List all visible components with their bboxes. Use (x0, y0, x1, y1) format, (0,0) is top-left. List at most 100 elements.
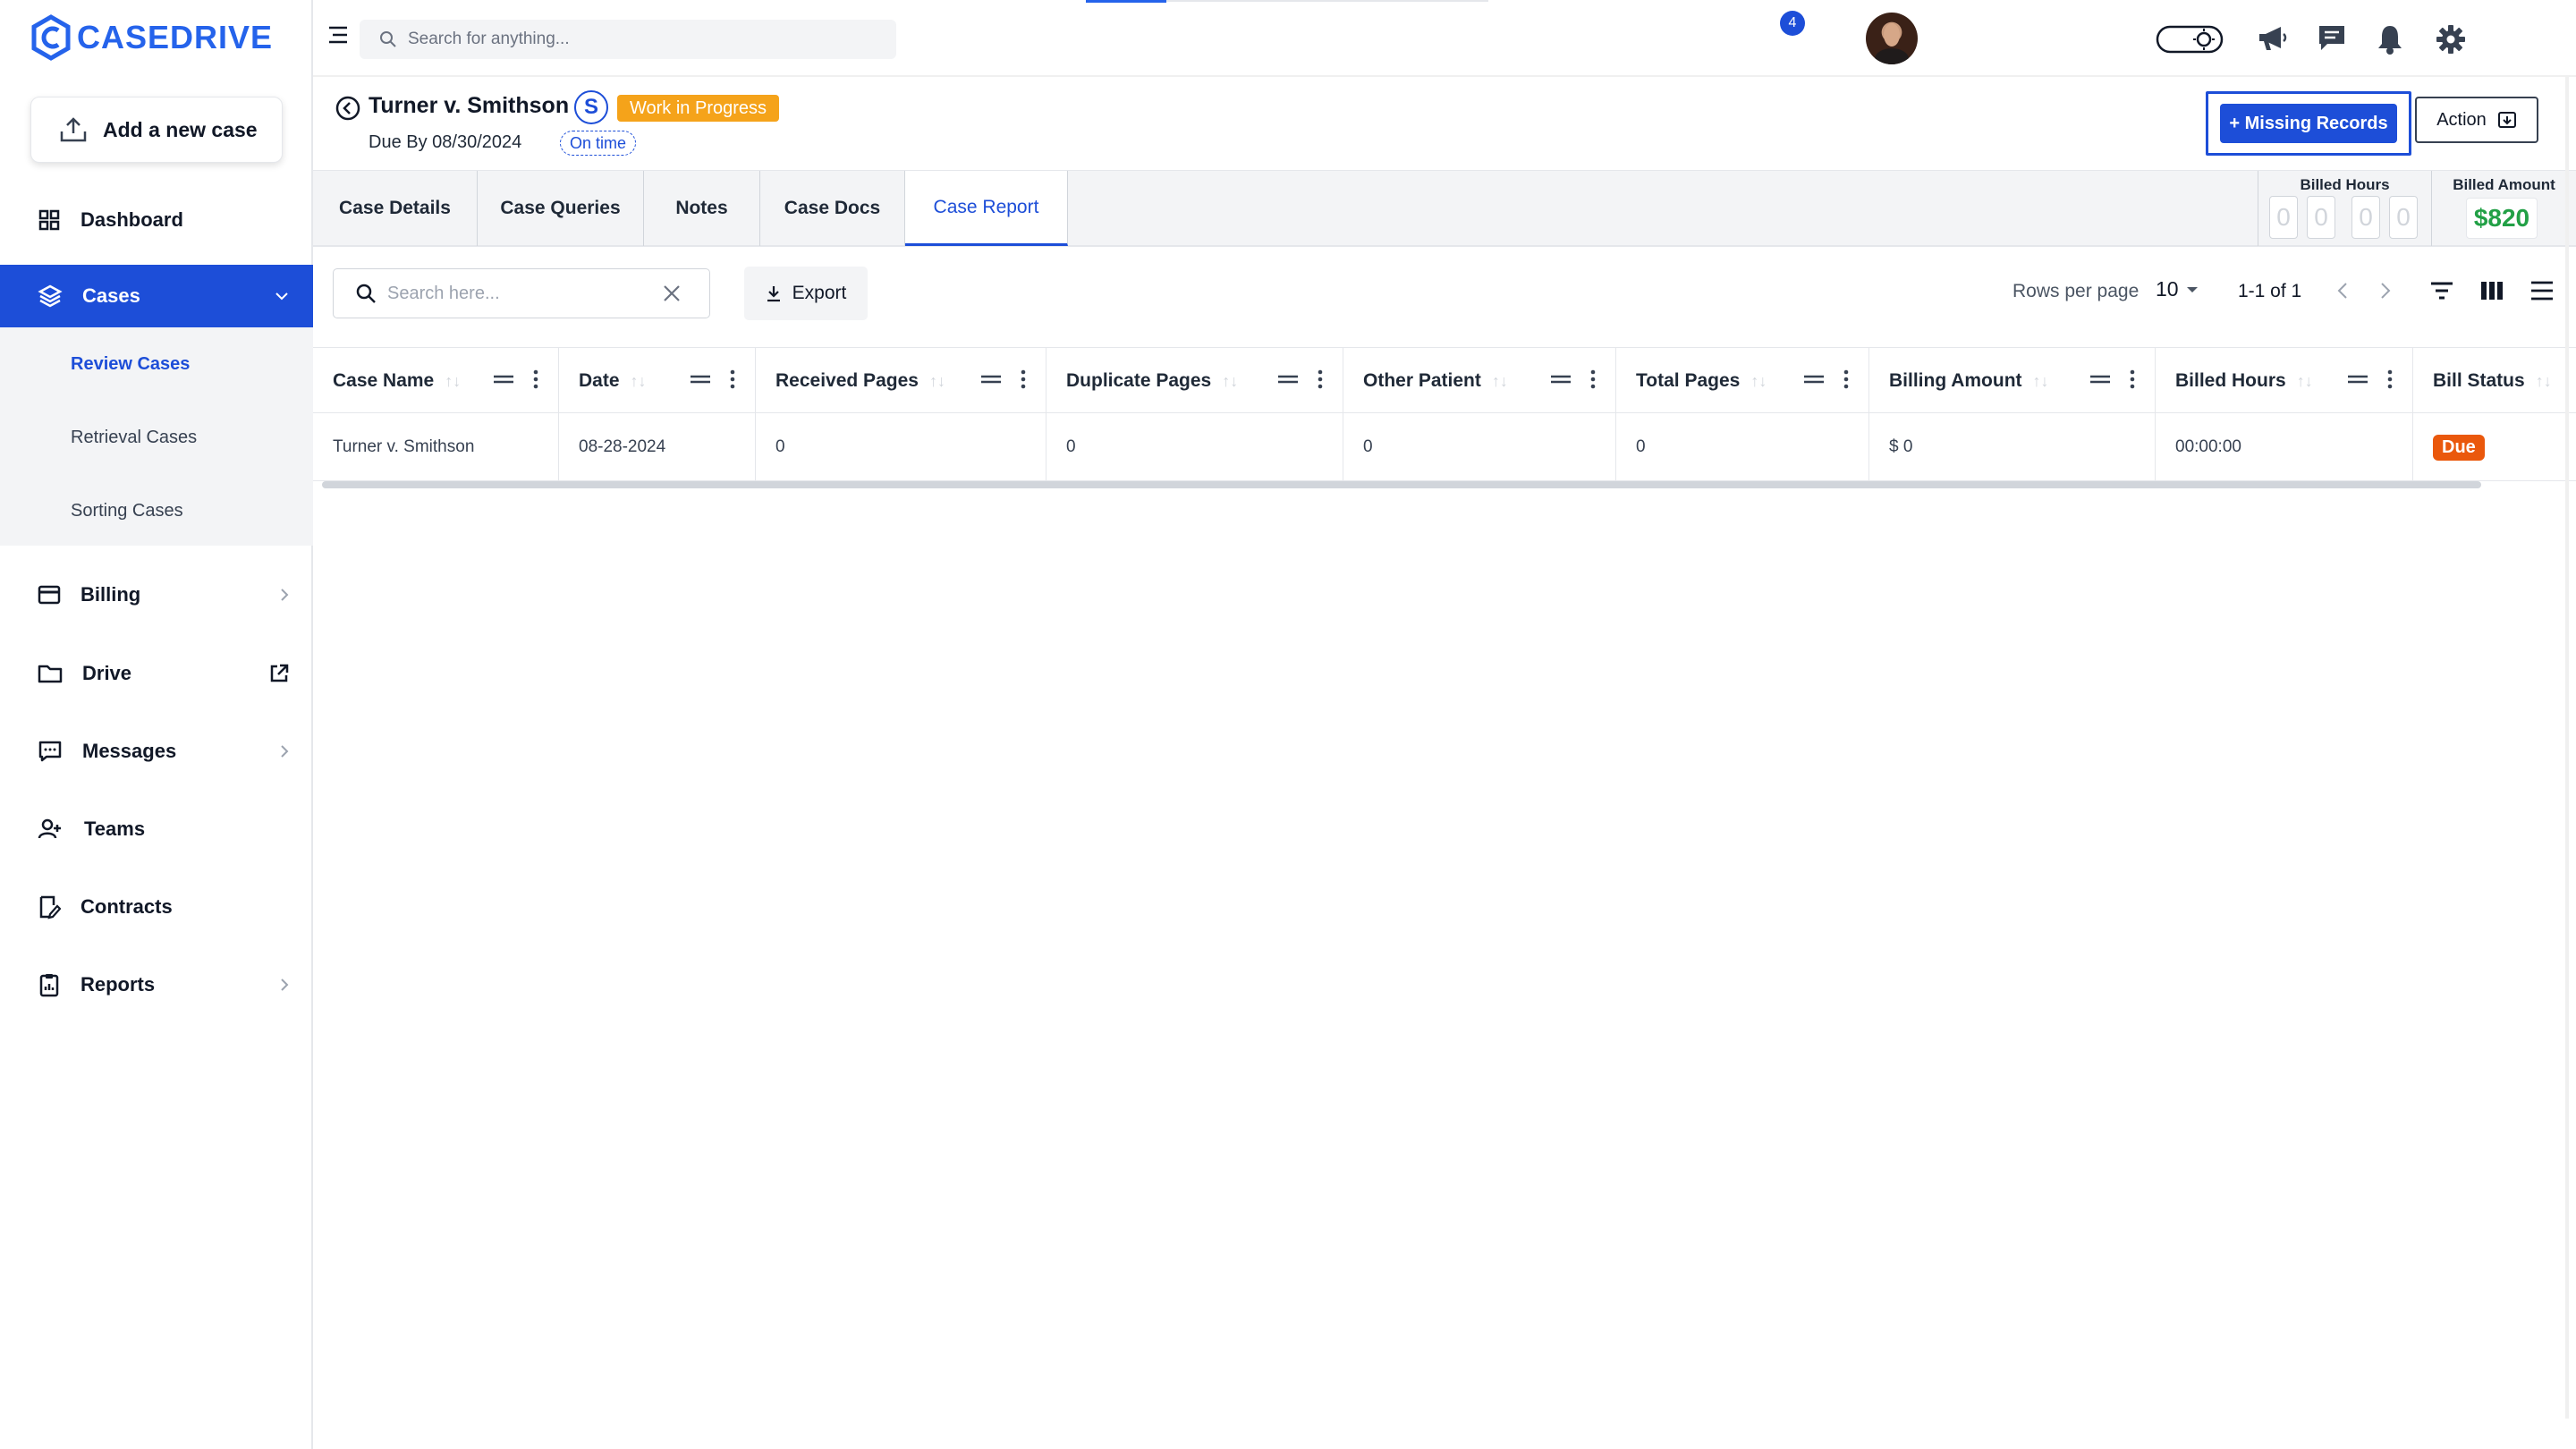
add-new-case-button[interactable]: Add a new case (30, 97, 283, 163)
column-header-duplicate-pages[interactable]: Duplicate Pages ↑↓ (1046, 348, 1343, 414)
drag-handle-icon[interactable] (1278, 373, 1298, 386)
column-header-billed-hours[interactable]: Billed Hours ↑↓ (2156, 348, 2413, 414)
tab-case-details[interactable]: Case Details (313, 171, 478, 246)
sort-icon[interactable]: ↑↓ (631, 372, 647, 391)
global-search-input[interactable] (408, 30, 873, 49)
sort-icon[interactable]: ↑↓ (2297, 372, 2313, 391)
back-button[interactable] (335, 95, 361, 122)
density-button[interactable] (2529, 279, 2555, 302)
notifications-button[interactable] (2376, 23, 2404, 55)
sidebar-item-dashboard[interactable]: Dashboard (0, 189, 313, 251)
sort-icon[interactable]: ↑↓ (1750, 372, 1767, 391)
vertical-scrollbar[interactable] (2565, 77, 2569, 1419)
column-menu-icon[interactable] (533, 369, 538, 389)
sort-icon[interactable]: ↑↓ (1492, 372, 1508, 391)
chevron-right-icon (279, 743, 290, 759)
sort-icon[interactable]: ↑↓ (2033, 372, 2049, 391)
sidebar-subitem-sorting-cases[interactable]: Sorting Cases (71, 501, 183, 521)
bell-icon (2378, 26, 2402, 55)
filter-icon (2431, 282, 2453, 300)
column-header-billing-amount[interactable]: Billing Amount ↑↓ (1869, 348, 2156, 414)
sort-icon[interactable]: ↑↓ (445, 372, 461, 391)
sidebar-item-reports[interactable]: Reports (0, 953, 313, 1016)
billed-hours-digit: 0 (2351, 196, 2380, 239)
cases-sub-nav: Review Cases Retrieval Cases Sorting Cas… (0, 327, 313, 546)
missing-records-button[interactable]: + Missing Records (2220, 104, 2397, 143)
sidebar-item-messages[interactable]: Messages (0, 720, 313, 783)
drag-handle-icon[interactable] (1804, 373, 1824, 386)
table-row[interactable]: Turner v. Smithson 08-28-2024 0 0 0 0 $ … (313, 413, 2576, 481)
drag-handle-icon[interactable] (2090, 373, 2110, 386)
announcements-button[interactable] (2256, 23, 2288, 54)
logo[interactable]: CASEDRIVE (30, 13, 273, 63)
sidebar-item-cases[interactable]: Cases (0, 265, 313, 327)
rows-per-page-value: 10 (2156, 277, 2179, 301)
table-search-input[interactable] (387, 283, 656, 304)
case-owner-initial: S (574, 90, 608, 124)
column-menu-icon[interactable] (1590, 369, 1596, 389)
sidebar-subitem-review-cases[interactable]: Review Cases (71, 354, 190, 375)
export-label: Export (792, 283, 847, 303)
column-header-date[interactable]: Date ↑↓ (559, 348, 756, 414)
table-search-box[interactable] (333, 268, 710, 318)
filter-button[interactable] (2429, 279, 2454, 302)
sort-icon[interactable]: ↑↓ (1222, 372, 1238, 391)
column-menu-icon[interactable] (2130, 369, 2135, 389)
column-menu-icon[interactable] (2387, 369, 2393, 389)
theme-toggle[interactable] (2156, 25, 2224, 54)
contract-icon (39, 895, 61, 919)
sidebar-item-billing[interactable]: Billing (0, 564, 313, 626)
column-header-total-pages[interactable]: Total Pages ↑↓ (1616, 348, 1869, 414)
tab-case-queries[interactable]: Case Queries (478, 171, 644, 246)
megaphone-icon (2259, 27, 2287, 50)
user-avatar[interactable] (1866, 13, 1918, 64)
settings-button[interactable] (2435, 23, 2467, 55)
drag-handle-icon[interactable] (691, 373, 710, 386)
rows-per-page-select[interactable]: 10 (2156, 277, 2199, 301)
table-header-row: Case Name ↑↓ Date ↑↓ Received Pages ↑↓ Dupl… (313, 347, 2576, 414)
drag-handle-icon[interactable] (981, 373, 1001, 386)
billed-amount-panel: Billed Amount $820 (2431, 171, 2576, 246)
layers-icon (38, 284, 63, 308)
column-header-case-name[interactable]: Case Name ↑↓ (313, 348, 559, 414)
column-header-other-patient[interactable]: Other Patient ↑↓ (1343, 348, 1616, 414)
columns-button[interactable] (2479, 279, 2504, 302)
brand-name: CASEDRIVE (77, 19, 274, 55)
tab-notes[interactable]: Notes (644, 171, 760, 246)
next-page-button[interactable] (2379, 281, 2392, 301)
column-menu-icon[interactable] (1318, 369, 1323, 389)
tab-case-report[interactable]: Case Report (905, 171, 1068, 246)
column-header-bill-status[interactable]: Bill Status ↑↓ (2413, 348, 2565, 414)
billed-hours-digit: 0 (2269, 196, 2298, 239)
external-link-icon[interactable] (268, 663, 290, 684)
column-menu-icon[interactable] (730, 369, 735, 389)
caret-down-icon (2186, 286, 2198, 292)
sidebar-item-teams[interactable]: Teams (0, 798, 313, 860)
sidebar-subitem-retrieval-cases[interactable]: Retrieval Cases (71, 428, 197, 448)
column-menu-icon[interactable] (1843, 369, 1849, 389)
pagination-info: 1-1 of 1 (2238, 281, 2302, 301)
global-search-bar[interactable] (360, 20, 896, 59)
message-icon (38, 741, 62, 762)
sort-icon[interactable]: ↑↓ (2536, 372, 2552, 391)
export-button[interactable]: Export (744, 267, 868, 320)
search-icon (356, 284, 376, 303)
previous-page-button[interactable] (2336, 281, 2349, 301)
menu-toggle-button[interactable] (327, 25, 349, 45)
sidebar-item-drive[interactable]: Drive (0, 642, 313, 705)
sidebar-item-contracts[interactable]: Contracts (0, 876, 313, 938)
tab-case-docs[interactable]: Case Docs (760, 171, 905, 246)
drag-handle-icon[interactable] (2348, 373, 2368, 386)
horizontal-scrollbar[interactable] (322, 481, 2481, 488)
clear-search-button[interactable] (661, 283, 682, 304)
sidebar-item-label: Reports (80, 973, 156, 996)
action-button[interactable]: Action (2415, 97, 2538, 143)
column-header-received-pages[interactable]: Received Pages ↑↓ (756, 348, 1046, 414)
upload-icon (60, 117, 87, 142)
column-menu-icon[interactable] (1021, 369, 1026, 389)
bill-status-badge: Due (2433, 434, 2485, 461)
drag-handle-icon[interactable] (494, 373, 513, 386)
chat-button[interactable] (2317, 23, 2347, 54)
drag-handle-icon[interactable] (1551, 373, 1571, 386)
sort-icon[interactable]: ↑↓ (929, 372, 945, 391)
